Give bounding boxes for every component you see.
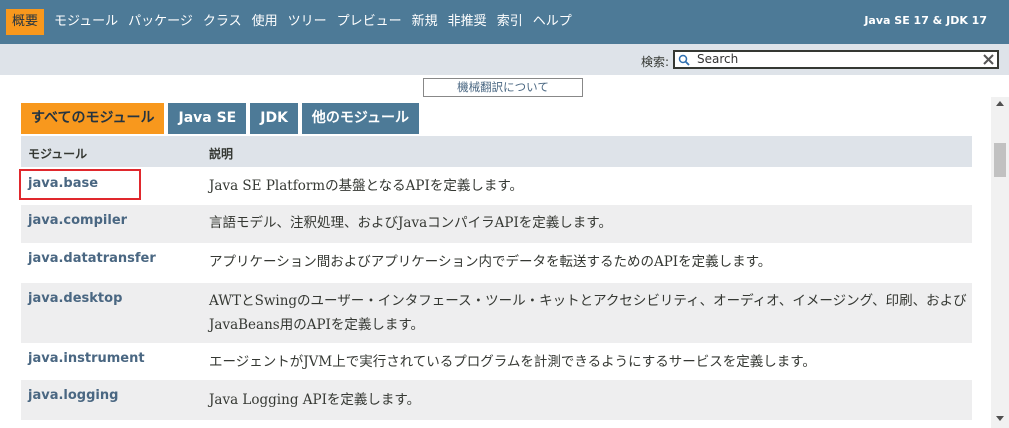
clear-search-icon[interactable] [982, 53, 995, 66]
vertical-scrollbar[interactable] [991, 97, 1009, 428]
module-table: モジュール 説明 java.base Java SE Platformの基盤とな… [21, 136, 972, 420]
module-link[interactable]: java.instrument [28, 351, 145, 366]
search-placeholder: Search [697, 52, 739, 66]
machine-translation-link[interactable]: 機械翻訳について [423, 78, 583, 97]
tab-jdk[interactable]: JDK [250, 103, 298, 134]
table-row: java.datatransfer アプリケーション間およびアプリケーション内で… [21, 243, 972, 283]
nav-item-module[interactable]: モジュール [54, 9, 118, 35]
tab-other-modules[interactable]: 他のモジュール [301, 103, 419, 134]
nav-item-index[interactable]: 索引 [497, 9, 523, 35]
table-row: java.instrument エージェントがJVM上で実行されているプログラム… [21, 343, 972, 380]
table-row: java.compiler 言語モデル、注釈処理、およびJavaコンパイラAPI… [21, 205, 972, 243]
highlight-box [19, 169, 141, 200]
module-description: AWTとSwingのユーザー・インタフェース・ツール・キットとアクセシビリティ、… [209, 293, 967, 333]
scroll-down-arrow-icon[interactable] [996, 416, 1004, 421]
column-header-description: 説明 [209, 147, 234, 161]
table-row: java.logging Java Logging APIを定義します。 [21, 380, 972, 420]
module-description: Java Logging APIを定義します。 [209, 392, 421, 408]
module-link[interactable]: java.compiler [28, 213, 127, 228]
nav-item-class[interactable]: クラス [203, 9, 242, 35]
scroll-thumb[interactable] [994, 143, 1006, 177]
nav-item-new[interactable]: 新規 [412, 9, 438, 35]
tab-java-se[interactable]: Java SE [168, 103, 247, 134]
module-link[interactable]: java.logging [28, 388, 118, 403]
nav-item-package[interactable]: パッケージ [128, 9, 193, 35]
table-row: java.desktop AWTとSwingのユーザー・インタフェース・ツール・… [21, 283, 972, 343]
tab-all-modules[interactable]: すべてのモジュール [21, 103, 165, 134]
nav-menu: 概要 モジュール パッケージ クラス 使用 ツリー プレビュー 新規 非推奨 索… [4, 9, 582, 35]
search-input[interactable]: Search [673, 50, 999, 69]
nav-item-help[interactable]: ヘルプ [533, 9, 572, 35]
search-label: 検索: [641, 55, 670, 69]
table-header: モジュール 説明 [21, 136, 972, 167]
module-link[interactable]: java.desktop [28, 291, 122, 306]
module-description: アプリケーション間およびアプリケーション内でデータを転送するためのAPIを定義し… [209, 254, 772, 270]
search-icon [678, 54, 690, 66]
column-header-module: モジュール [28, 147, 88, 161]
top-navigation-bar: 概要 モジュール パッケージ クラス 使用 ツリー プレビュー 新規 非推奨 索… [0, 0, 1009, 44]
nav-item-overview[interactable]: 概要 [6, 9, 45, 35]
table-row: java.base Java SE Platformの基盤となるAPIを定義しま… [21, 167, 972, 205]
module-tabs: すべてのモジュール Java SE JDK 他のモジュール [21, 103, 423, 134]
module-description: Java SE Platformの基盤となるAPIを定義します。 [209, 178, 523, 194]
module-link[interactable]: java.datatransfer [28, 251, 156, 266]
version-label: Java SE 17 & JDK 17 [864, 14, 987, 27]
scroll-up-arrow-icon[interactable] [996, 101, 1004, 106]
module-description: エージェントがJVM上で実行されているプログラムを計測できるようにするサービスを… [209, 354, 816, 370]
nav-item-deprecated[interactable]: 非推奨 [448, 9, 487, 35]
nav-item-preview[interactable]: プレビュー [337, 9, 402, 35]
module-description: 言語モデル、注釈処理、およびJavaコンパイラAPIを定義します。 [209, 215, 612, 231]
nav-item-tree[interactable]: ツリー [288, 9, 327, 35]
nav-item-use[interactable]: 使用 [252, 9, 278, 35]
